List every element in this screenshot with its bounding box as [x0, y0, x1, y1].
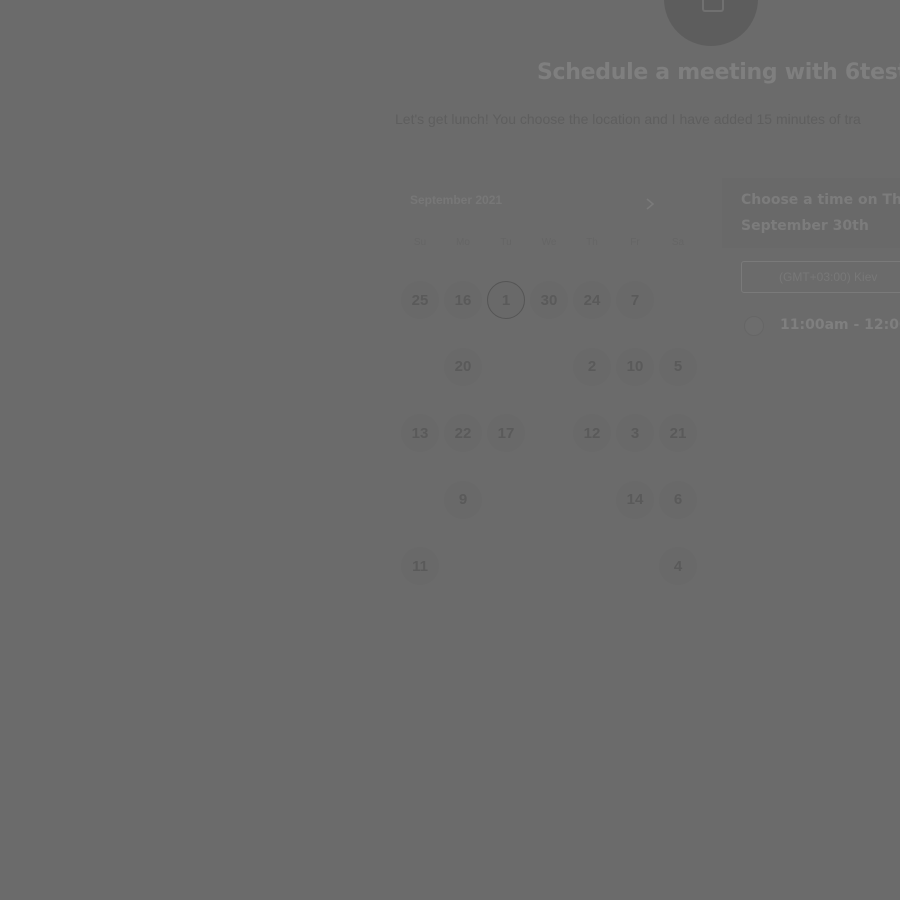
day-grid: 25 16 1 30 24 7 20 2 10 5 13 22 17 12 3 21 9 14 6 11 4 — [399, 266, 699, 596]
choose-time-heading-line1: Choose a time on Thu — [741, 192, 900, 208]
weekday-label: We — [541, 237, 557, 248]
avatar-icon — [702, 0, 724, 12]
calendar-day[interactable]: 17 — [487, 414, 525, 452]
host-avatar — [664, 0, 758, 46]
calendar-day[interactable]: 11 — [401, 547, 439, 585]
calendar-day[interactable]: 13 — [401, 414, 439, 452]
calendar-day[interactable]: 5 — [659, 347, 697, 386]
page-title: Schedule a meeting with 6test — [537, 60, 900, 85]
time-slot-radio[interactable] — [744, 316, 764, 336]
calendar-day[interactable]: 2 — [573, 347, 611, 386]
calendar-day[interactable]: 9 — [444, 480, 482, 519]
weekday-label: Sa — [671, 237, 685, 248]
choose-time-heading-line2: September 30th — [741, 218, 869, 234]
weekday-label: Su — [413, 237, 427, 248]
month-label: September 2021 — [410, 193, 503, 207]
next-month-button[interactable] — [645, 197, 655, 211]
calendar-day[interactable]: 22 — [444, 414, 482, 452]
calendar-day[interactable]: 14 — [616, 480, 654, 519]
time-slot[interactable]: 11:00am - 12:00p — [744, 314, 900, 340]
calendar-day[interactable]: 24 — [573, 281, 611, 319]
weekday-header: Su Mo Tu We Th Fr Sa — [399, 237, 699, 253]
calendar-day[interactable]: 6 — [659, 480, 697, 519]
calendar-day[interactable]: 3 — [616, 414, 654, 452]
calendar-day[interactable]: 4 — [659, 547, 697, 585]
scheduling-page: Schedule a meeting with 6test Let's get … — [0, 0, 900, 900]
weekday-label: Tu — [500, 237, 512, 248]
calendar-day[interactable]: 20 — [444, 347, 482, 386]
calendar-day[interactable]: 7 — [616, 281, 654, 319]
timezone-select[interactable]: (GMT+03:00) Kiev — [741, 261, 900, 293]
choose-time-heading: Choose a time on Thu September 30th — [741, 187, 900, 239]
calendar-day-selected[interactable]: 1 — [487, 281, 525, 319]
time-slot-label: 11:00am - 12:00p — [780, 317, 900, 333]
calendar-day[interactable]: 30 — [530, 281, 568, 319]
weekday-label: Th — [586, 237, 598, 248]
calendar-day[interactable]: 21 — [659, 414, 697, 452]
calendar-day[interactable]: 16 — [444, 281, 482, 319]
calendar-day[interactable]: 25 — [401, 281, 439, 319]
calendar-day[interactable]: 10 — [616, 347, 654, 386]
weekday-label: Fr — [630, 237, 640, 248]
weekday-label: Mo — [456, 237, 470, 248]
chevron-right-icon — [646, 198, 655, 210]
calendar-day[interactable]: 12 — [573, 414, 611, 452]
meeting-description: Let's get lunch! You choose the location… — [395, 111, 861, 127]
